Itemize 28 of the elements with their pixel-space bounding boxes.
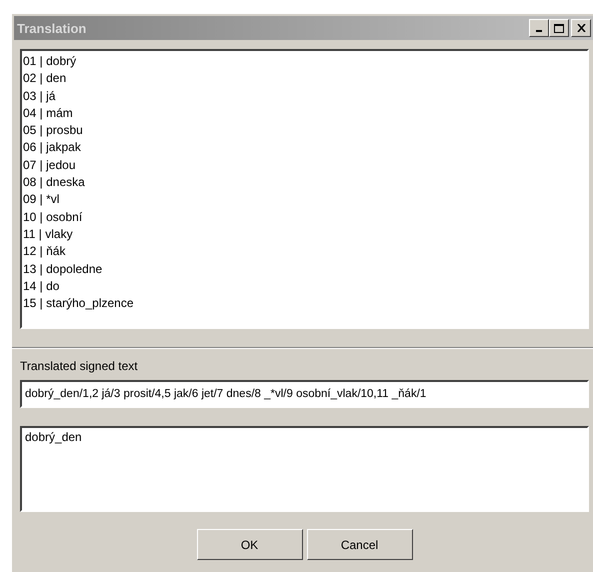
close-icon <box>576 24 586 32</box>
list-item[interactable]: 06 | jakpak <box>23 139 586 157</box>
close-button[interactable] <box>571 19 591 37</box>
list-item[interactable]: 13 | dopoledne <box>23 260 586 278</box>
list-item[interactable]: 09 | *vl <box>23 191 586 209</box>
list-item[interactable]: 08 | dneska <box>23 174 586 192</box>
list-item[interactable]: 02 | den <box>23 70 586 88</box>
list-item[interactable]: 01 | dobrý <box>23 53 586 70</box>
minimize-icon <box>536 30 542 32</box>
list-item[interactable]: 05 | prosbu <box>23 122 586 140</box>
signed-text-field[interactable]: dobrý_den/1,2 já/3 prosit/4,5 jak/6 jet/7 dnes/8 _*vl/9 osobní_vlak/10,11 _ňák/1 <box>20 380 589 408</box>
maximize-button[interactable] <box>549 19 569 37</box>
dialog-button[interactable]: OK <box>196 529 302 560</box>
list-item[interactable]: 10 | osobní <box>23 208 586 226</box>
list-item[interactable]: 14 | do <box>23 278 586 296</box>
word-list[interactable]: 01 | dobrý 02 | den 03 | já 04 | mám 05 | prosbu 06 | jakpak 07 | jedou 08 | dneska 09 | *vl 10 | osobní 11 | vlaky 12 | ňák 13 | dopoledne 14 | do 15 | starýho_plzence <box>20 49 589 329</box>
maximize-icon <box>554 24 564 32</box>
list-item[interactable]: 03 | já <box>23 88 586 105</box>
list-item[interactable]: 04 | mám <box>23 104 586 122</box>
dialog-button[interactable]: Cancel <box>306 529 412 560</box>
list-item[interactable]: 12 | ňák <box>23 243 586 261</box>
field-label: Translated signed text <box>20 359 139 373</box>
output-text-area[interactable]: dobrý_den <box>20 426 589 512</box>
minimize-button[interactable] <box>529 19 549 37</box>
list-item[interactable]: 07 | jedou <box>23 156 586 174</box>
list-item[interactable]: 15 | starýho_plzence <box>23 295 586 312</box>
window-title: Translation <box>17 20 86 36</box>
list-item[interactable]: 11 | vlaky <box>23 226 586 244</box>
